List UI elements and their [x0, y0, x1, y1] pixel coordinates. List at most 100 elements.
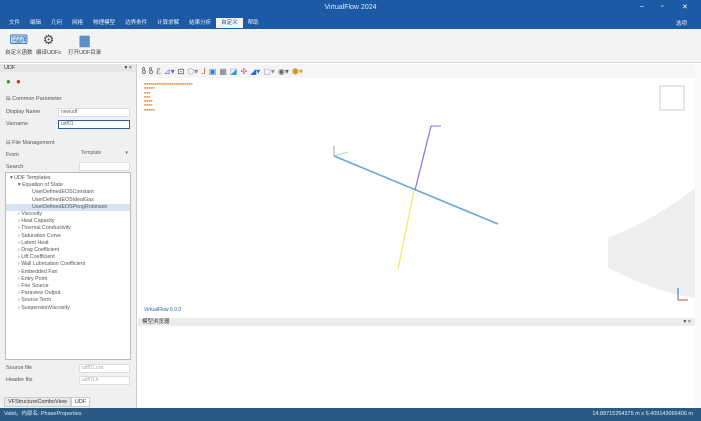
- panel-title: UDF: [4, 65, 16, 71]
- view-tool-icon[interactable]: ზ: [149, 67, 153, 76]
- maximize-button[interactable]: ▫: [661, 3, 663, 10]
- from-select[interactable]: Template ▾: [79, 150, 130, 159]
- background-icon[interactable]: ▢▾: [263, 67, 275, 76]
- open-udf-dir-button[interactable]: ▆ 打开UDF目录: [68, 32, 101, 56]
- source-file-input[interactable]: udf01.cxx: [79, 364, 130, 373]
- tab-udf[interactable]: UDF: [70, 397, 91, 407]
- tree-item[interactable]: › Saturation Curve: [6, 233, 130, 240]
- compile-udfs-button[interactable]: ⚙ 编译UDFs: [36, 32, 61, 56]
- menu-item[interactable]: 结果分析: [184, 18, 216, 28]
- scrollbar[interactable]: [695, 64, 701, 408]
- tree-item[interactable]: › Thermal Conductivity: [6, 225, 130, 232]
- tree-item[interactable]: UserDefinedEOSIdealGas: [6, 197, 130, 204]
- tree-item[interactable]: › SuspensionViscosity: [6, 305, 130, 312]
- tree-item[interactable]: › Paraview Output: [6, 290, 130, 297]
- tree-item[interactable]: UserDefinedEOSConstant: [6, 189, 130, 196]
- tree-item[interactable]: › Embedded Fan: [6, 269, 130, 276]
- front-view-icon[interactable]: ▣: [209, 67, 217, 76]
- custom-function-button[interactable]: ⌨ 自定义函数: [5, 32, 33, 56]
- tree-item[interactable]: › Fire Source: [6, 283, 130, 290]
- menu-item[interactable]: 物理模型: [88, 18, 120, 28]
- tree-item-label: Fire Source: [21, 283, 49, 290]
- tree-item-label: Saturation Curve: [21, 232, 61, 239]
- tree-item-label: Lift Coefficient: [21, 254, 55, 261]
- varname-label: Varname: [6, 121, 28, 127]
- tree-item-label: UserDefinedEOSConstant: [32, 189, 94, 196]
- tree-item-label: Entry Point: [21, 275, 48, 282]
- ribbon-label: 打开UDF目录: [68, 50, 102, 56]
- minimize-button[interactable]: –: [640, 3, 644, 10]
- tree-item[interactable]: ▾ UDF Templates: [6, 175, 130, 182]
- menu-bar: 文件 编辑 几何 网格 物理模型 边界条件 计算求解 结果分析 自定义 帮助: [4, 18, 264, 28]
- chevron-down-icon: ▾: [125, 150, 128, 156]
- menu-item[interactable]: 几何: [46, 18, 67, 28]
- viewport-version-label: VirtualFlow 6.0.0: [144, 307, 182, 313]
- menu-item[interactable]: 计算求解: [152, 18, 184, 28]
- tab-vfstructure[interactable]: VFStructureComboView: [4, 397, 71, 407]
- tree-item[interactable]: › Entry Point: [6, 276, 130, 283]
- folder-icon: ▆: [79, 32, 90, 47]
- scene-line: [397, 190, 415, 270]
- menu-item[interactable]: 自定义: [216, 18, 243, 28]
- cancel-icon[interactable]: ●: [16, 77, 21, 86]
- view-cube-icon[interactable]: [659, 85, 685, 111]
- side-view-icon[interactable]: ◪: [230, 67, 238, 76]
- tree-item[interactable]: › Lift Coefficient: [6, 254, 130, 261]
- app-title: VirtualFlow 2024: [324, 4, 377, 11]
- common-parameter-section[interactable]: ⊟ Common Parameter: [6, 96, 62, 102]
- panel-close-button[interactable]: ▾ ×: [683, 318, 691, 326]
- axes-icon[interactable]: ⅃: [201, 67, 205, 76]
- ribbon-label: 自定义函数: [5, 50, 33, 56]
- udf-template-tree[interactable]: ▾ UDF Templates ▾ Equation of State UserDe…: [5, 172, 131, 360]
- menu-item[interactable]: 编辑: [25, 18, 46, 28]
- tree-item-label: UDF Templates: [14, 175, 51, 181]
- view-tool-icon[interactable]: ზ: [142, 67, 146, 76]
- from-label: From: [6, 152, 19, 158]
- options-button[interactable]: 选项: [676, 19, 687, 27]
- section-label: File Management: [12, 140, 55, 146]
- tree-item-label: Source Term: [21, 297, 52, 304]
- ribbon: ⌨ 自定义函数 ⚙ 编译UDFs ▆ 打开UDF目录: [0, 29, 701, 63]
- view-tool-icon[interactable]: ℰ: [156, 67, 161, 76]
- display-name-label: Display Name: [6, 109, 41, 115]
- udf-panel: UDF ▾ × ● ● ⊟ Common Parameter Display Na…: [0, 64, 137, 408]
- fit-view-icon[interactable]: ⊡: [178, 67, 185, 76]
- panel-header: UDF ▾ ×: [0, 64, 136, 72]
- iso-view-icon[interactable]: ▦: [219, 67, 227, 76]
- tree-item[interactable]: UserDefinedEOSPengRobinson: [6, 203, 130, 212]
- view-toolbar: ზ ზ ℰ ⊿▾ ⊡ ⬡▾ ⅃ ▣ ▦ ◪ ✣ ◢▾ ▢▾ ◉▾ ⬢▾: [138, 64, 695, 78]
- scene-line: [333, 155, 499, 225]
- cube-icon[interactable]: ⬡▾: [187, 67, 198, 76]
- 3d-viewport[interactable]: ■■■■■■■■■■■■■■■■■■■■■■■ ■■■■■ ■■■ ■■■ ■■■■ ■■…: [138, 78, 695, 318]
- file-management-section[interactable]: ⊟ File Management: [6, 140, 55, 146]
- display-name-input[interactable]: newudf: [58, 108, 130, 117]
- scene-line: [414, 125, 432, 191]
- scene-svg: [333, 85, 695, 301]
- tree-item-label: Latent Heat: [21, 239, 49, 246]
- tree-item-label: Drag Coefficient: [21, 247, 60, 254]
- varname-input[interactable]: udf01: [58, 120, 130, 129]
- tree-item[interactable]: › Latent Heat: [6, 240, 130, 247]
- paint-icon[interactable]: ◢▾: [250, 67, 260, 76]
- panel-close-button[interactable]: ▾ ×: [124, 64, 132, 72]
- tree-item[interactable]: › Heat Capacity: [6, 218, 130, 225]
- menu-item[interactable]: 边界条件: [120, 18, 152, 28]
- tree-item-label: Embedded Fan: [21, 268, 58, 275]
- tree-item[interactable]: › Viscosity: [6, 211, 130, 218]
- function-icon: ⌨: [9, 32, 29, 47]
- search-input[interactable]: [79, 162, 130, 171]
- menu-item[interactable]: 文件: [4, 18, 25, 28]
- tree-item[interactable]: ▾ Equation of State: [6, 182, 130, 189]
- close-button[interactable]: ✕: [682, 3, 688, 11]
- tree-item[interactable]: › Drag Coefficient: [6, 247, 130, 254]
- material-icon[interactable]: ⬢▾: [292, 67, 303, 76]
- axis-tool-icon[interactable]: ⊿▾: [164, 67, 175, 76]
- render-icon[interactable]: ◉▾: [278, 67, 289, 76]
- menu-item[interactable]: 帮助: [243, 18, 264, 28]
- menu-item[interactable]: 网格: [67, 18, 88, 28]
- tree-item[interactable]: › Source Term: [6, 297, 130, 304]
- tree-item[interactable]: › Wall Lubrication Coefficient: [6, 261, 130, 268]
- confirm-icon[interactable]: ●: [6, 77, 11, 86]
- top-view-icon[interactable]: ✣: [240, 67, 247, 76]
- header-file-input[interactable]: udf01.h: [79, 376, 130, 385]
